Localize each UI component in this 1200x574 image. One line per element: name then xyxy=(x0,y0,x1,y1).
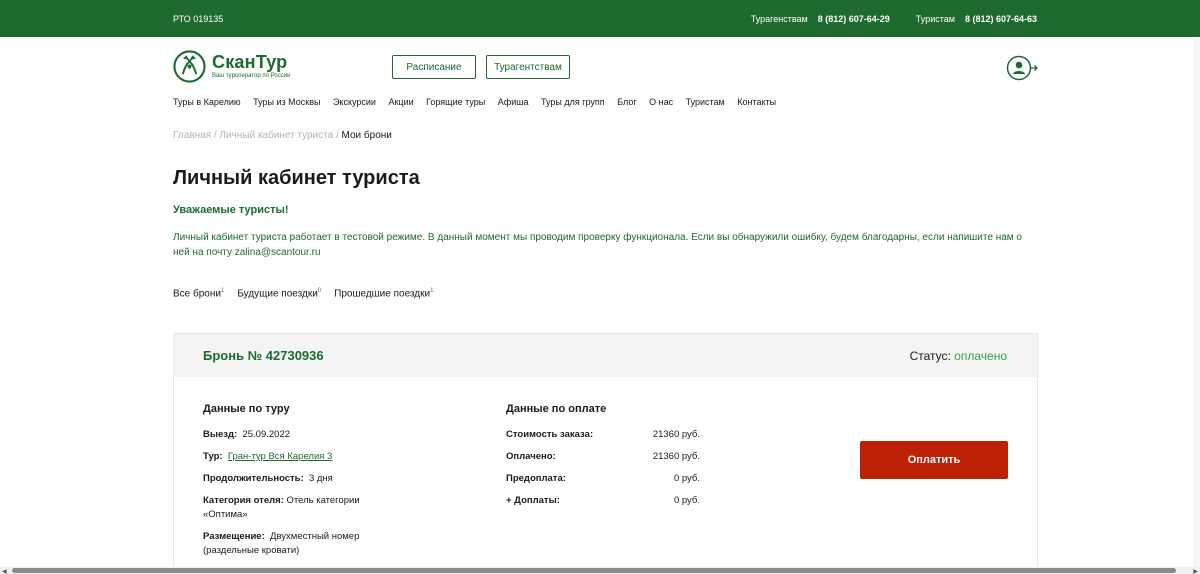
payment-value: 21360 руб. xyxy=(652,451,700,462)
tab-past-trips[interactable]: Прошедшие поездки1 xyxy=(334,288,433,299)
logo-name: СканТур xyxy=(212,52,288,72)
duration-label: Продолжительность: xyxy=(203,473,304,484)
schedule-button[interactable]: Расписание xyxy=(392,55,476,79)
agencies-phone-link[interactable]: 8 (812) 607-64-29 xyxy=(818,14,890,24)
payment-value: 21360 руб. xyxy=(652,429,700,440)
tourists-phone-link[interactable]: 8 (812) 607-64-63 xyxy=(965,14,1037,24)
payment-row: Предоплата: 0 руб. xyxy=(506,472,700,486)
tour-row: Тур: Гран-тур Вся Карелия 3 xyxy=(203,450,383,464)
departure-value: 25.09.2022 xyxy=(242,429,291,440)
payment-value: 0 руб. xyxy=(673,473,700,484)
tab-label: Прошедшие поездки xyxy=(334,288,431,300)
departure-label: Выезд: xyxy=(203,429,238,440)
main-nav: Туры в Карелию Туры из Москвы Экскурсии … xyxy=(173,97,776,107)
breadcrumb-current: Мои брони xyxy=(341,130,392,141)
page-title: Личный кабинет туриста xyxy=(173,167,420,189)
user-login-icon[interactable] xyxy=(1006,55,1038,81)
tour-link[interactable]: Гран-тур Вся Карелия 3 xyxy=(228,451,332,462)
accommodation-label: Размещение: xyxy=(203,531,265,542)
breadcrumb: Главная / Личный кабинет туриста / Мои б… xyxy=(173,130,392,141)
horizontal-scrollbar[interactable]: ◀ ▶ xyxy=(0,567,1200,574)
payment-heading: Данные по оплате xyxy=(506,403,607,415)
status-value: оплачено xyxy=(954,348,1007,363)
deer-logo-icon xyxy=(173,50,206,83)
tab-label: Будущие поездки xyxy=(237,288,318,300)
tab-all-bookings[interactable]: Все брони1 xyxy=(173,288,224,299)
booking-status: Статус: оплачено xyxy=(910,349,1007,363)
payment-row: Стоимость заказа: 21360 руб. xyxy=(506,428,700,442)
license-number: РТО 019135 xyxy=(173,13,224,24)
payment-row: Оплачено: 21360 руб. xyxy=(506,450,700,464)
nav-item-promos[interactable]: Акции xyxy=(388,97,413,107)
booking-tabs: Все брони1 Будущие поездки0 Прошедшие по… xyxy=(173,288,433,299)
payment-label: Предоплата: xyxy=(506,473,566,484)
nav-item-blog[interactable]: Блог xyxy=(617,97,636,107)
tab-label: Все брони xyxy=(173,288,221,300)
tour-details: Данные по туру Выезд: 25.09.2022 Тур: Гр… xyxy=(203,403,383,566)
top-bar: РТО 019135 Турагенствам 8 (812) 607-64-2… xyxy=(0,0,1200,37)
payment-value: 0 руб. xyxy=(673,495,700,506)
tab-count: 1 xyxy=(430,288,434,294)
site-logo[interactable]: СканТур Ваш туроператор по России xyxy=(173,50,290,83)
tab-count: 1 xyxy=(220,288,225,294)
pay-button[interactable]: Оплатить xyxy=(860,441,1008,479)
nav-item-hot-tours[interactable]: Горящие туры xyxy=(426,97,485,107)
tour-label: Тур: xyxy=(203,451,223,462)
nav-item-contacts[interactable]: Контакты xyxy=(737,97,776,107)
vertical-scrollbar[interactable] xyxy=(1193,37,1200,567)
nav-item-excursions[interactable]: Экскурсии xyxy=(333,97,376,107)
logo-tagline: Ваш туроператор по России xyxy=(212,73,291,79)
nav-item-tourists[interactable]: Туристам xyxy=(686,97,725,107)
breadcrumb-cabinet[interactable]: Личный кабинет туриста xyxy=(219,130,333,141)
breadcrumb-home[interactable]: Главная xyxy=(173,130,211,141)
duration-value: 3 дня xyxy=(308,473,333,484)
tourists-contact: Туристам 8 (812) 607-64-63 xyxy=(916,14,1037,24)
notice-text: Личный кабинет туриста работает в тестов… xyxy=(173,232,1022,258)
nav-item-groups[interactable]: Туры для групп xyxy=(541,97,605,107)
agencies-button[interactable]: Турагентствам xyxy=(486,55,570,79)
scroll-left-icon[interactable]: ◀ xyxy=(2,568,7,574)
booking-card: Бронь № 42730936 Статус: оплачено Данные… xyxy=(173,333,1038,574)
departure-row: Выезд: 25.09.2022 xyxy=(203,428,383,442)
tourists-label: Туристам xyxy=(915,13,955,24)
tab-future-trips[interactable]: Будущие поездки0 xyxy=(237,288,321,299)
payment-label: + Доплаты: xyxy=(506,495,560,506)
hotel-label: Категория отеля: xyxy=(203,495,284,506)
booking-number: Бронь № 42730936 xyxy=(203,348,324,363)
nav-item-about[interactable]: О нас xyxy=(649,97,673,107)
booking-card-header: Бронь № 42730936 Статус: оплачено xyxy=(174,334,1037,377)
agencies-contact: Турагенствам 8 (812) 607-64-29 xyxy=(751,14,890,24)
scrollbar-thumb[interactable] xyxy=(12,568,1176,573)
nav-item-events[interactable]: Афиша xyxy=(498,97,529,107)
nav-item-moscow[interactable]: Туры из Москвы xyxy=(253,97,320,107)
tab-count: 0 xyxy=(317,288,322,294)
breadcrumb-separator: / xyxy=(333,130,342,141)
scroll-right-icon[interactable]: ▶ xyxy=(1193,568,1198,574)
tour-heading: Данные по туру xyxy=(203,403,290,415)
nav-item-karelia[interactable]: Туры в Карелию xyxy=(173,97,241,107)
notice-title: Уважаемые туристы! xyxy=(173,204,289,216)
hotel-row: Категория отеля: Отель категории «Оптима… xyxy=(203,494,383,522)
accommodation-row: Размещение: Двухместный номер (раздельны… xyxy=(203,530,383,558)
duration-row: Продолжительность: 3 дня xyxy=(203,472,383,486)
status-label: Статус: xyxy=(909,348,951,363)
agencies-label: Турагенствам xyxy=(750,13,808,24)
payment-details: Данные по оплате Стоимость заказа: 21360 … xyxy=(506,403,706,516)
payment-row: + Доплаты: 0 руб. xyxy=(506,494,700,508)
payment-label: Стоимость заказа: xyxy=(506,429,594,440)
payment-label: Оплачено: xyxy=(506,451,556,462)
